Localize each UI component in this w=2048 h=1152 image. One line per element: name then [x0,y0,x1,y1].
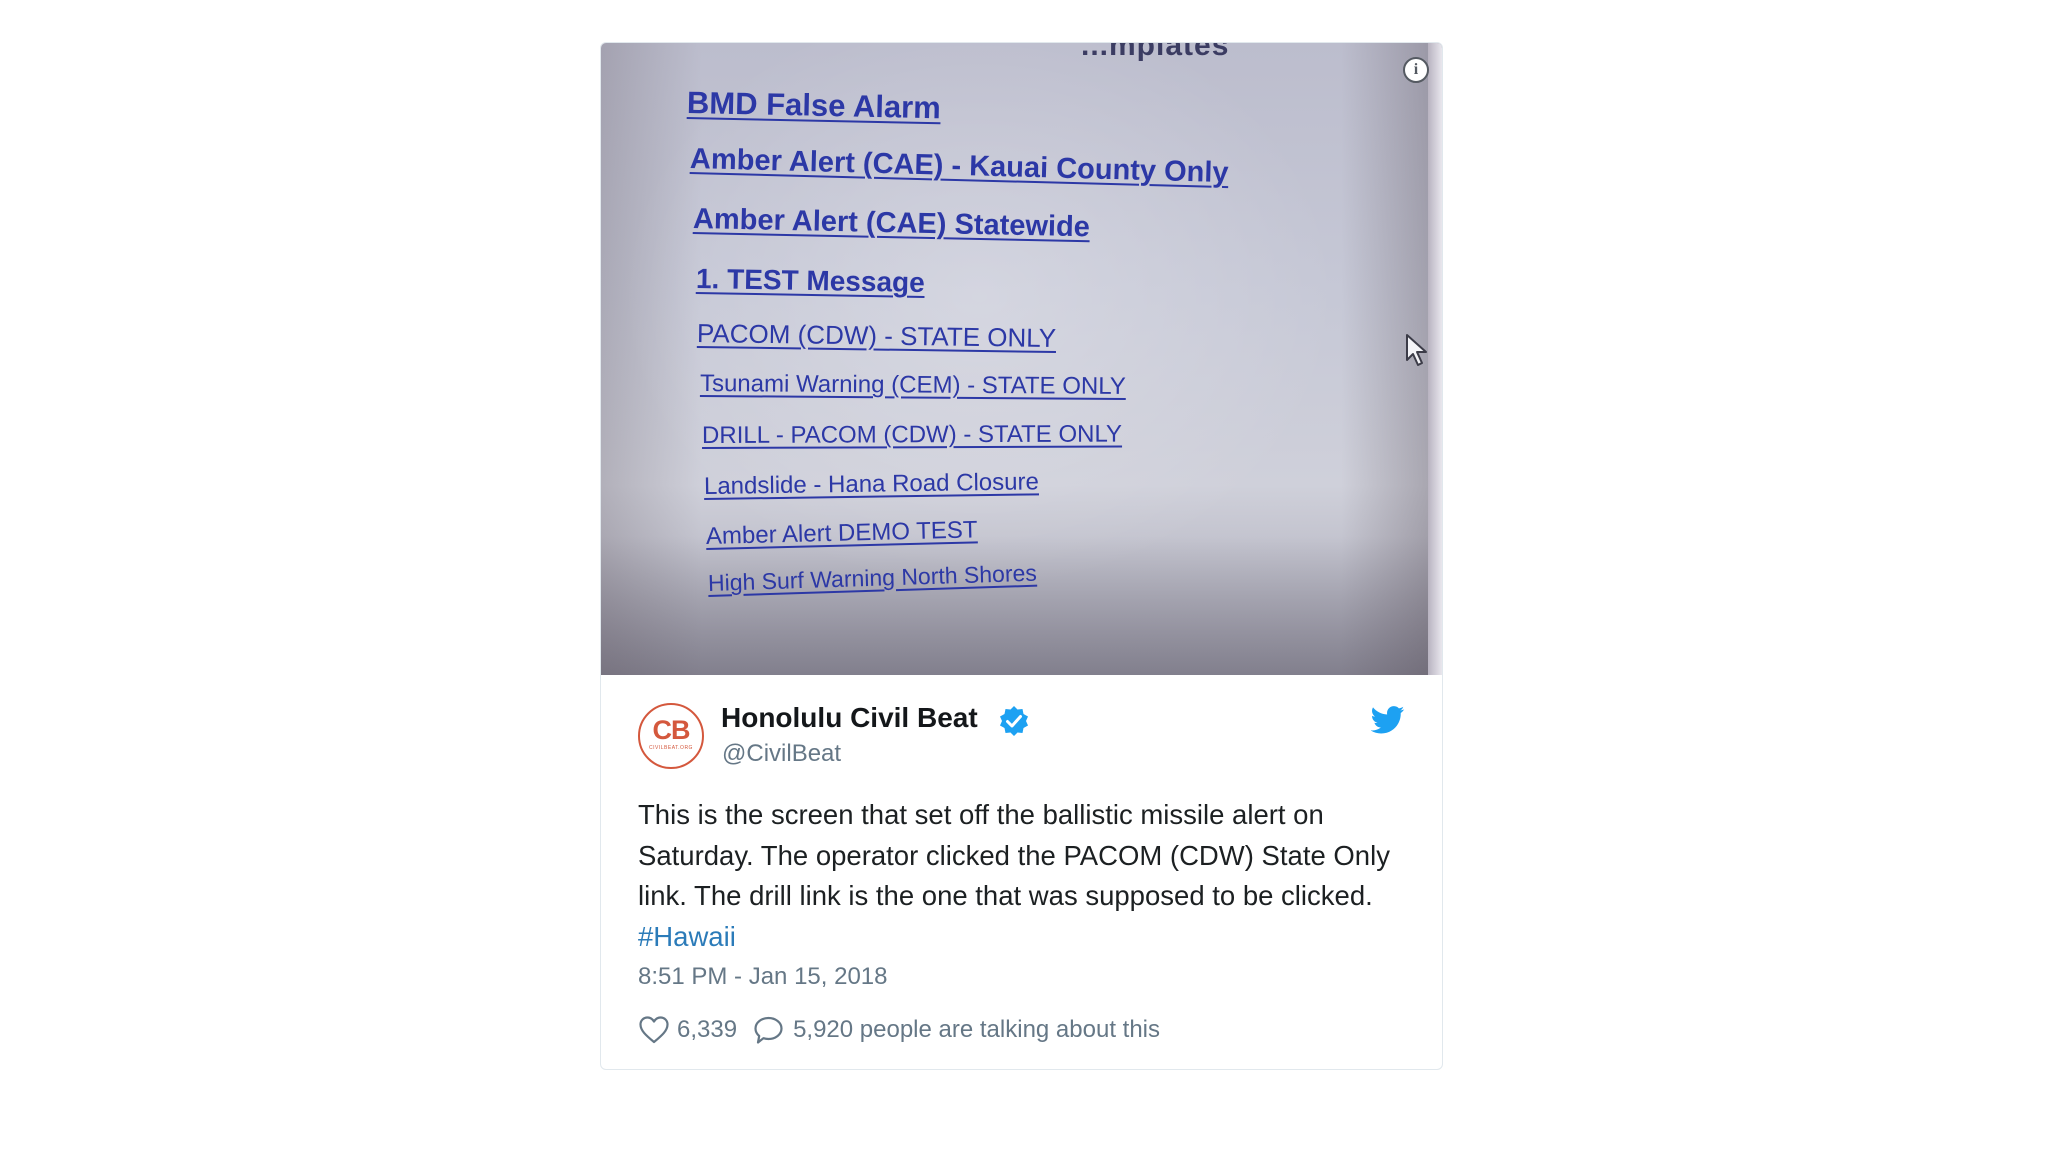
avatar[interactable]: CB CIVILBEAT.ORG [638,703,704,769]
tweet-text: This is the screen that set off the ball… [638,795,1418,957]
photo-link-bmd-false-alarm: BMD False Alarm [686,85,942,126]
photo-link-landslide: Landslide - Hana Road Closure [703,468,1040,500]
tweet-actions: 6,339 5,920 people are talking about thi… [638,1013,1160,1047]
heart-icon[interactable] [638,1015,670,1045]
author-display-name[interactable]: Honolulu Civil Beat [721,702,978,734]
like-count: 6,339 [677,1016,738,1043]
tweet-embed-card[interactable]: ...mplates BMD False Alarm Amber Alert (… [600,42,1443,1070]
photo-heading-fragment: ...mplates [1081,43,1230,62]
talking-count-link[interactable]: 5,920 people are talking about this [793,1016,1160,1044]
photo-link-drill-pacom: DRILL - PACOM (CDW) - STATE ONLY [701,420,1123,449]
cursor-icon [1406,334,1427,366]
comment-icon[interactable] [753,1015,785,1045]
info-icon[interactable]: i [1403,57,1429,83]
tweet-photo[interactable]: ...mplates BMD False Alarm Amber Alert (… [601,43,1442,675]
author-handle[interactable]: @CivilBeat [722,740,841,768]
verified-badge-icon [1000,706,1028,736]
avatar-initials: CB [652,715,691,745]
photo-link-tsunami-warning: Tsunami Warning (CEM) - STATE ONLY [699,370,1126,400]
photo-link-test-message: 1. TEST Message [695,263,926,298]
tweet-body: This is the screen that set off the ball… [638,799,1390,911]
tweet-timestamp[interactable]: 8:51 PM - Jan 15, 2018 [638,963,888,991]
twitter-bird-icon[interactable] [1371,706,1405,734]
hashtag-link[interactable]: #Hawaii [638,921,736,952]
photo-link-pacom-state-only: PACOM (CDW) - STATE ONLY [696,318,1057,354]
avatar-subtext: CIVILBEAT.ORG [649,745,693,751]
